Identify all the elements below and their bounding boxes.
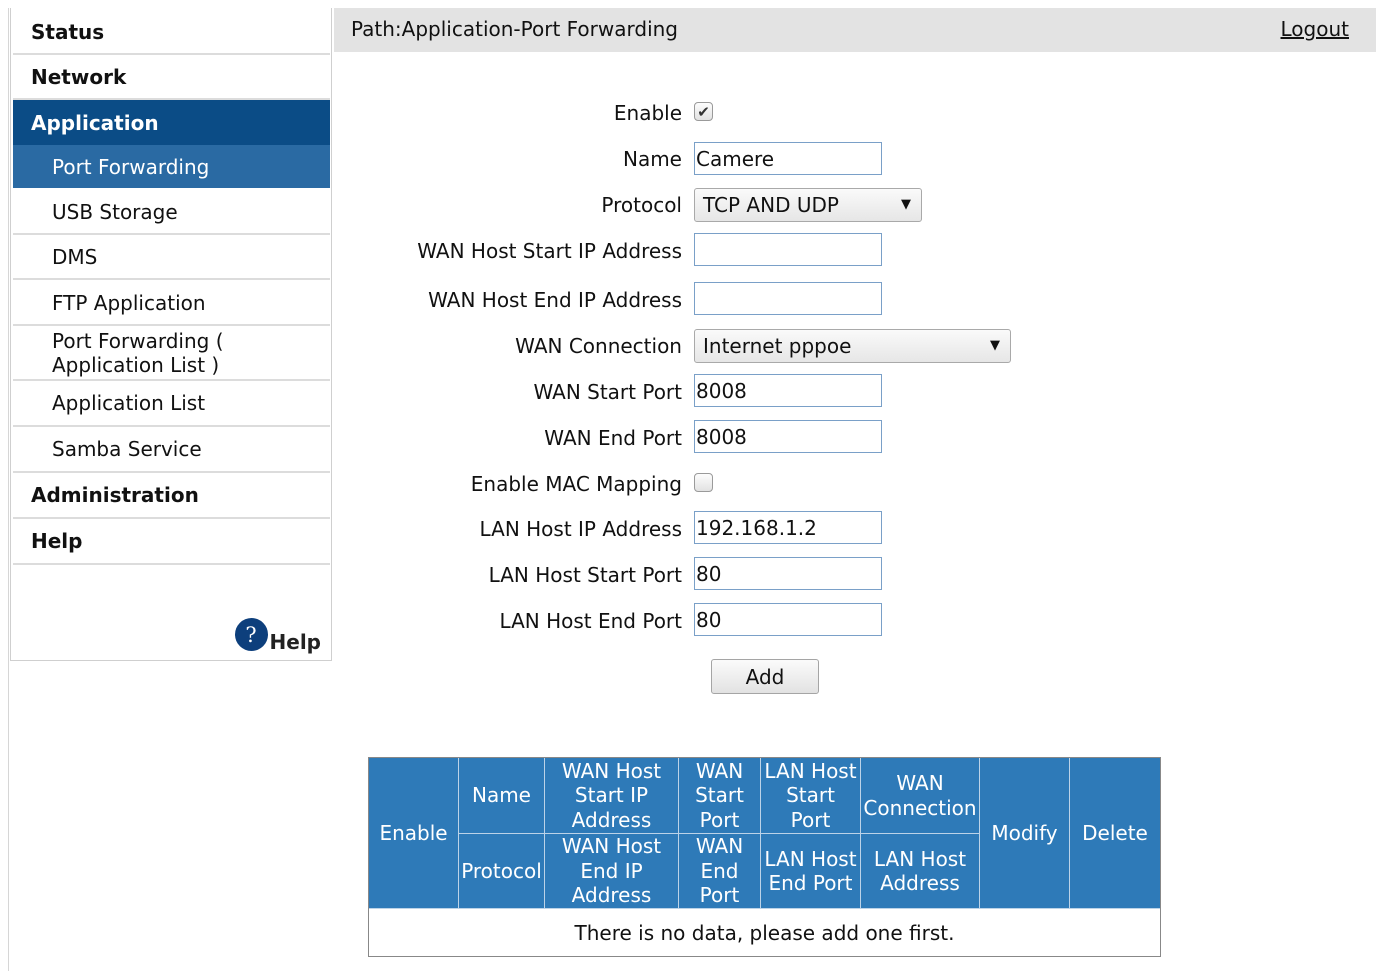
wan-host-end-ip-input[interactable] (694, 282, 882, 315)
check-icon: ✔ (697, 102, 710, 121)
sidebar-item-usb-storage[interactable]: USB Storage (13, 190, 330, 235)
sidebar-item-label: DMS (52, 244, 98, 269)
sidebar-item-label: Status (31, 19, 105, 44)
wan-host-end-ip-label: WAN Host End IP Address (428, 288, 682, 312)
column-header-lan-host-start-port: LAN Host Start Port (761, 758, 861, 834)
sidebar-item-port-forwarding[interactable]: Port Forwarding (13, 145, 330, 188)
sidebar-item-administration[interactable]: Administration (13, 473, 330, 519)
sidebar-item-status[interactable]: Status (13, 10, 330, 55)
lan-host-end-port-input[interactable] (694, 603, 882, 636)
logout-link[interactable]: Logout (1281, 17, 1349, 41)
sidebar-item-label: Port Forwarding (52, 154, 210, 179)
sidebar-item-application-list[interactable]: Application List (13, 381, 330, 427)
column-header-wan-host-end-ip: WAN Host End IP Address (545, 834, 679, 909)
lan-host-end-port-label: LAN Host End Port (499, 609, 682, 633)
sidebar-item-help[interactable]: Help (13, 519, 330, 565)
enable-label: Enable (613, 101, 682, 125)
add-button[interactable]: Add (711, 659, 819, 694)
lan-host-start-port-input[interactable] (694, 557, 882, 590)
wan-end-port-input[interactable] (694, 420, 882, 453)
wan-start-port-input[interactable] (694, 374, 882, 407)
mac-mapping-checkbox[interactable] (694, 473, 713, 492)
sidebar-item-application[interactable]: Application (13, 100, 330, 145)
sidebar-item-label: Network (31, 64, 127, 89)
column-header-wan-host-start-ip: WAN Host Start IP Address (545, 758, 679, 834)
name-label: Name (622, 147, 682, 171)
help-link[interactable]: ? Help (234, 618, 321, 654)
wan-connection-select[interactable]: Internet pppoe ▼ (694, 329, 1011, 363)
sidebar-item-label: USB Storage (52, 199, 178, 224)
wan-start-port-label: WAN Start Port (533, 380, 682, 404)
sidebar-item-label: Help (31, 529, 83, 553)
lan-host-ip-label: LAN Host IP Address (479, 517, 682, 541)
column-header-lan-host-address: LAN Host Address (861, 834, 980, 909)
sidebar-item-label: Samba Service (52, 437, 202, 461)
sidebar-item-label: Administration (31, 483, 199, 507)
sidebar-item-ftp-application[interactable]: FTP Application (13, 281, 330, 326)
column-header-wan-connection: WAN Connection (861, 758, 980, 834)
sidebar-item-network[interactable]: Network (13, 55, 330, 100)
column-header-enable: Enable (369, 758, 459, 909)
chevron-down-icon: ▼ (901, 197, 911, 212)
name-input[interactable] (694, 142, 882, 175)
column-header-name: Name (459, 758, 545, 834)
wan-connection-label: WAN Connection (515, 334, 682, 358)
help-icon[interactable]: ? (234, 618, 268, 651)
sidebar-item-label: FTP Application (52, 290, 206, 315)
column-header-wan-end-port: WAN End Port (679, 834, 761, 909)
wan-end-port-label: WAN End Port (544, 426, 682, 450)
empty-table-message: There is no data, please add one first. (574, 920, 955, 945)
lan-host-ip-input[interactable] (694, 511, 882, 544)
sidebar: Status Network Application Port Forwardi… (10, 8, 332, 661)
enable-checkbox[interactable]: ✔ (694, 102, 713, 121)
breadcrumb: Path:Application-Port Forwarding (351, 17, 679, 41)
sidebar-item-samba-service[interactable]: Samba Service (13, 427, 330, 473)
column-header-modify: Modify (980, 758, 1070, 909)
sidebar-item-label: Port Forwarding ( Application List ) (52, 328, 224, 377)
path-bar: Path:Application-Port Forwarding Logout (334, 8, 1376, 52)
sidebar-item-dms[interactable]: DMS (13, 235, 330, 280)
page-left-border (8, 8, 9, 971)
chevron-down-icon: ▼ (990, 338, 1000, 353)
lan-host-start-port-label: LAN Host Start Port (488, 563, 682, 587)
wan-host-start-ip-input[interactable] (694, 233, 882, 266)
wan-connection-value: Internet pppoe (703, 334, 852, 358)
column-header-lan-host-end-port: LAN Host End Port (761, 834, 861, 909)
sidebar-item-label: Application (31, 110, 159, 135)
protocol-select[interactable]: TCP AND UDP ▼ (694, 188, 922, 222)
protocol-value: TCP AND UDP (703, 193, 839, 217)
protocol-label: Protocol (601, 193, 682, 217)
wan-host-start-ip-label: WAN Host Start IP Address (417, 239, 682, 263)
column-header-delete: Delete (1070, 758, 1160, 909)
mac-mapping-label: Enable MAC Mapping (470, 472, 682, 496)
column-header-protocol: Protocol (459, 834, 545, 909)
sidebar-item-label: Application List (52, 391, 206, 415)
column-header-wan-start-port: WAN Start Port (679, 758, 761, 834)
help-label[interactable]: Help (270, 630, 321, 654)
sidebar-item-port-forwarding-app-list[interactable]: Port Forwarding ( Application List ) (13, 326, 330, 381)
port-forwarding-table: Enable Name Protocol WAN Host Start IP A… (368, 757, 1161, 957)
